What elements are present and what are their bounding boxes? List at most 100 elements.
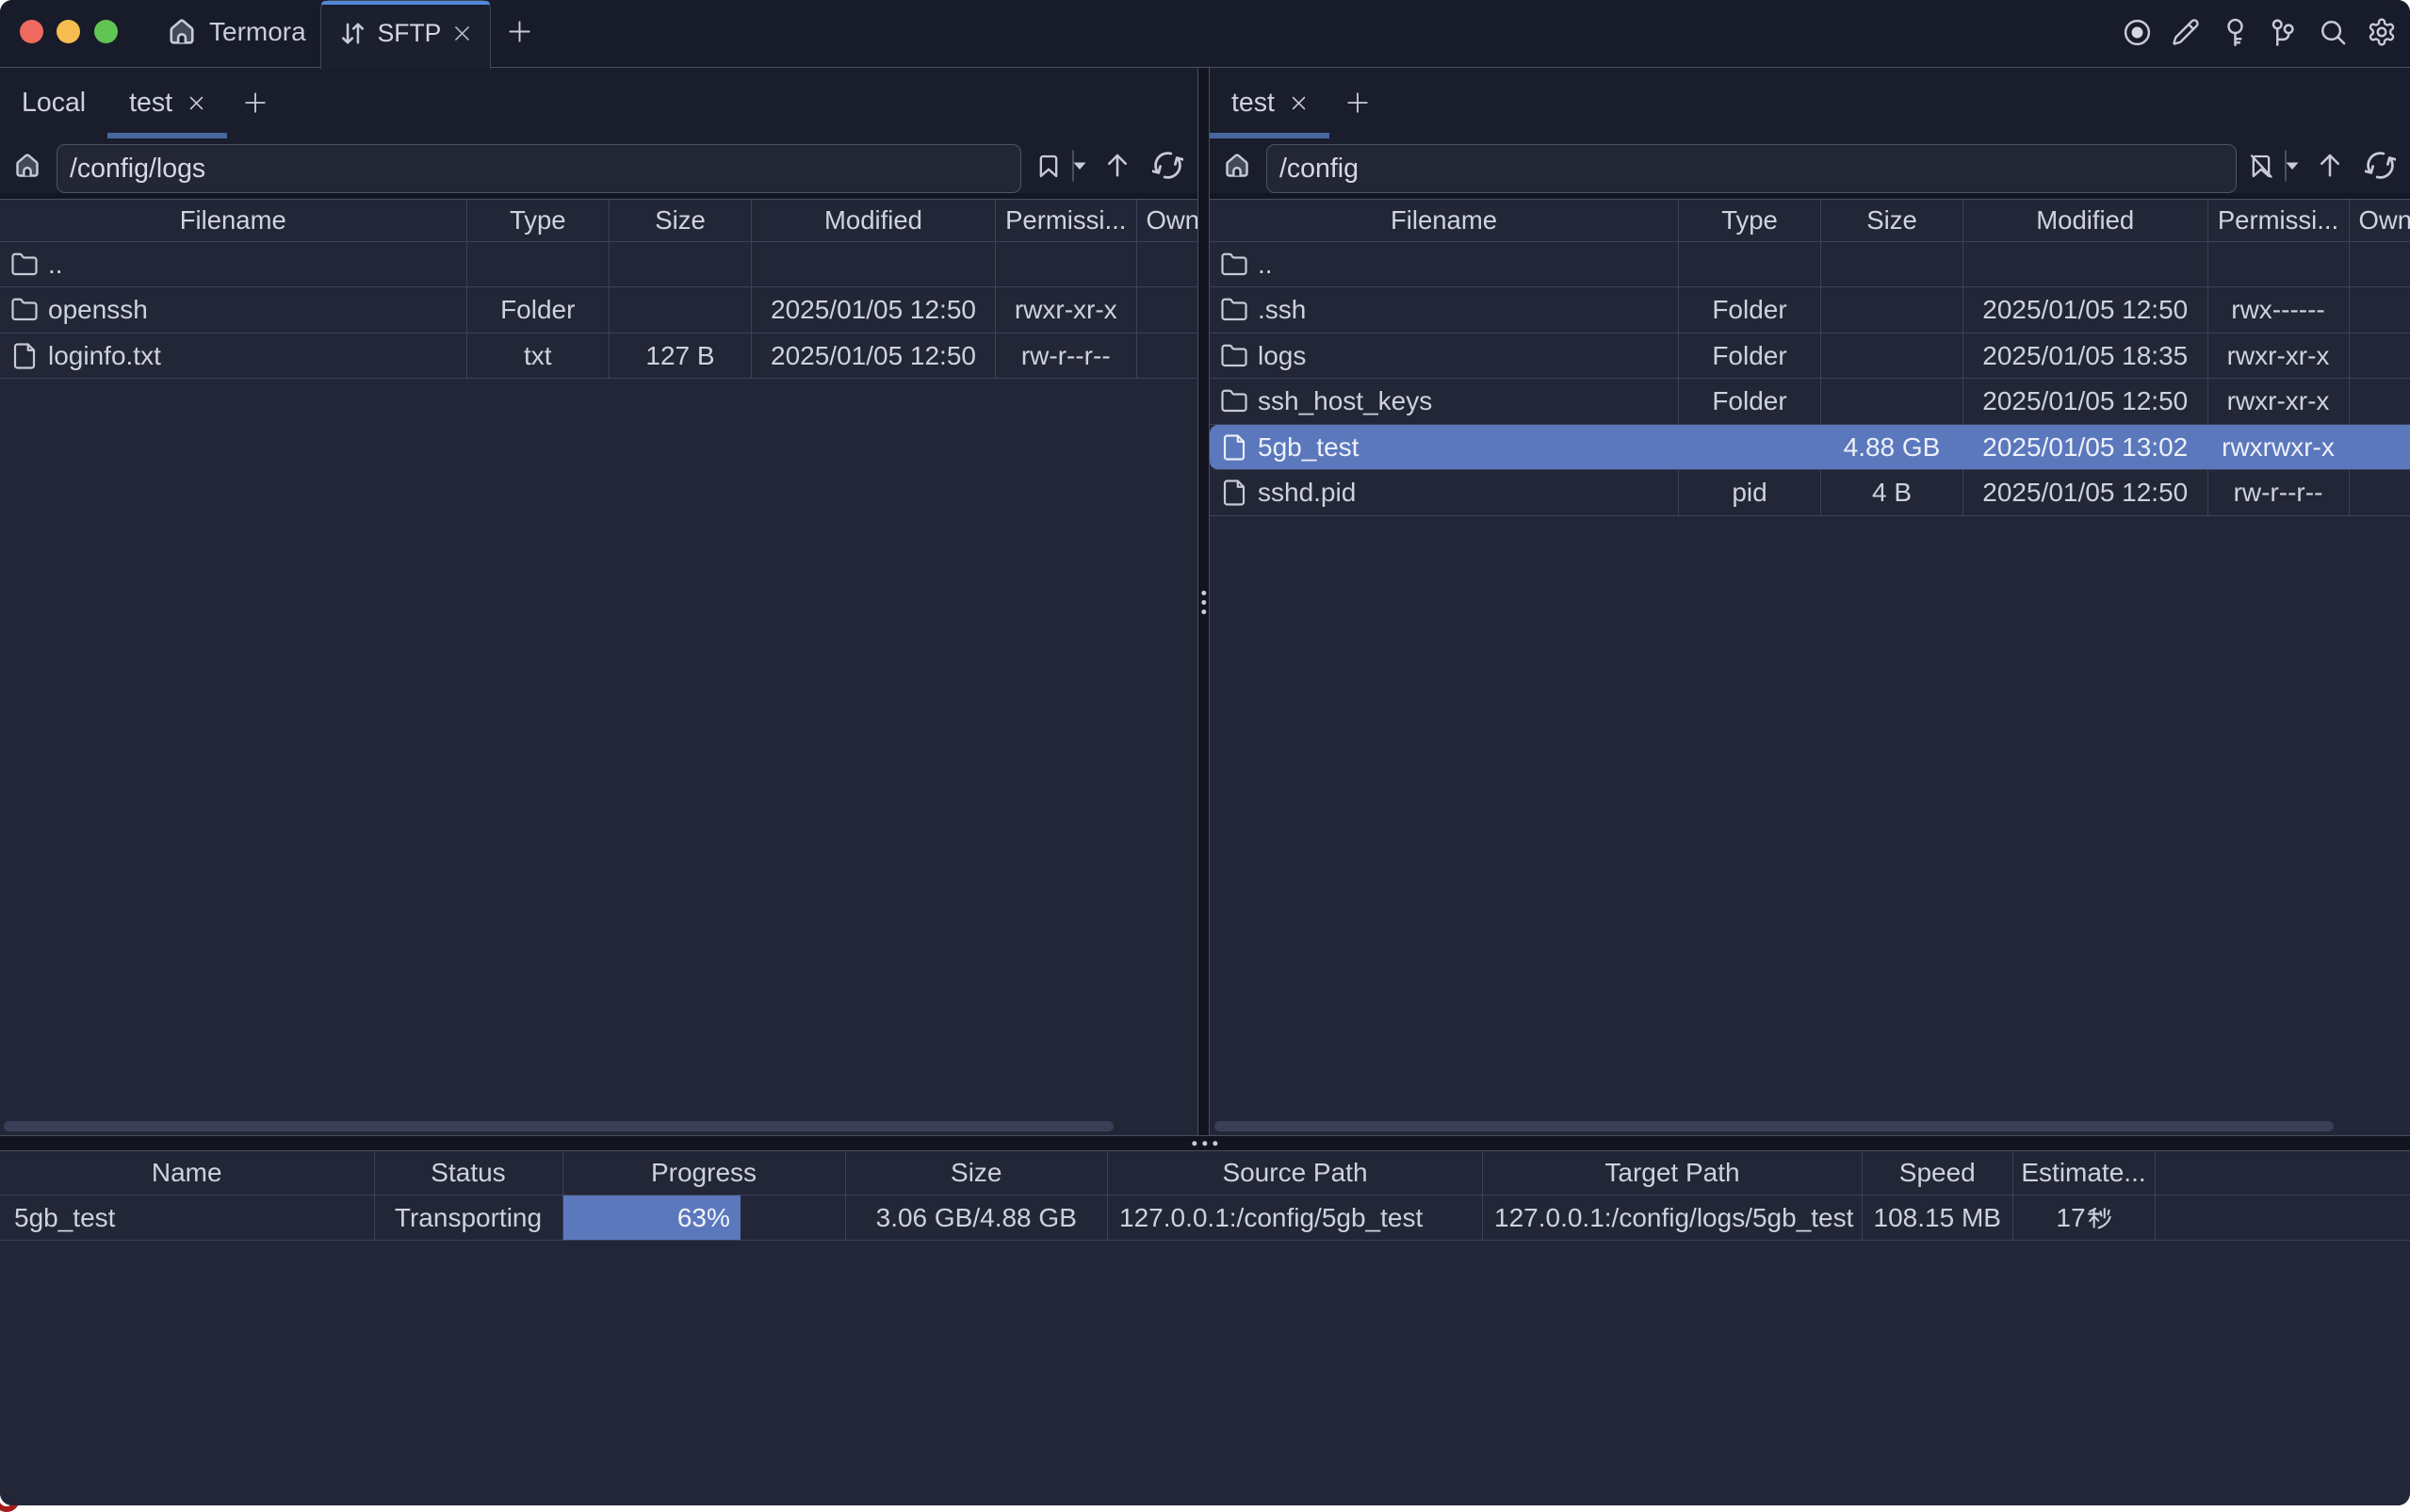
file-row-loginfo.txt[interactable]: loginfo.txttxt127 B2025/01/05 12:50rw-r-…	[0, 333, 1197, 380]
column-header-Size[interactable]: Size	[610, 200, 752, 240]
settings-button[interactable]	[2367, 17, 2397, 47]
column-header-Progress[interactable]: Progress	[563, 1151, 846, 1195]
column-header-Owner[interactable]: Owner	[2350, 200, 2410, 240]
scrollbar-thumb[interactable]	[1214, 1121, 2334, 1131]
cell-size	[1821, 287, 1963, 333]
plus-icon	[243, 90, 268, 115]
transfer-name-cell: 5gb_test	[0, 1195, 375, 1240]
tab-termora-home[interactable]: Termora	[151, 0, 323, 68]
caret-down-icon	[1072, 161, 1087, 171]
file-row-ssh_host_keys[interactable]: ssh_host_keysFolder2025/01/05 12:50rwxr-…	[1210, 379, 2410, 425]
file-table-header: FilenameTypeSizeModifiedPermissi...Owner	[1210, 200, 2410, 241]
filename-cell: logs	[1210, 333, 1679, 379]
home-icon[interactable]	[14, 153, 41, 179]
cell-modified: 2025/01/05 12:50	[752, 287, 996, 333]
record-button[interactable]	[2122, 17, 2152, 47]
file-row-sshd.pid[interactable]: sshd.pidpid4 B2025/01/05 12:50rw-r--r--	[1210, 470, 2410, 516]
file-row-logs[interactable]: logsFolder2025/01/05 18:35rwxr-xr-x	[1210, 333, 2410, 380]
column-header-Type[interactable]: Type	[1679, 200, 1821, 240]
refresh-button[interactable]	[2365, 150, 2397, 182]
cell-type: Folder	[1679, 379, 1821, 424]
file-row-..[interactable]: ..	[1210, 242, 2410, 288]
bookmark-dropdown-button[interactable]	[1072, 161, 1087, 171]
column-header-Modified[interactable]: Modified	[1963, 200, 2208, 240]
folder-icon	[1220, 342, 1248, 370]
new-pane-tab-button[interactable]	[1329, 68, 1386, 138]
column-header-Filename[interactable]: Filename	[0, 200, 467, 240]
caret-down-icon	[2285, 161, 2300, 171]
home-icon[interactable]	[1224, 153, 1250, 179]
file-row-.ssh[interactable]: .sshFolder2025/01/05 12:50rwx------	[1210, 287, 2410, 333]
pencil-icon	[2172, 18, 2200, 46]
folder-icon	[10, 251, 39, 279]
file-row-..[interactable]: ..	[0, 242, 1197, 288]
new-terminal-tab-button[interactable]	[505, 0, 533, 68]
edit-button[interactable]	[2171, 17, 2201, 47]
right-pathbar: /config	[1210, 138, 2410, 192]
column-header-Target Path[interactable]: Target Path	[1483, 1151, 1863, 1195]
column-header-Status[interactable]: Status	[375, 1151, 563, 1195]
file-row-5gb_test[interactable]: 5gb_test4.88 GB2025/01/05 13:02rwxrwxr-x	[1210, 425, 2410, 471]
close-window-button[interactable]	[20, 20, 43, 43]
scrollbar-thumb[interactable]	[4, 1121, 1114, 1131]
column-header-Permissi...[interactable]: Permissi...	[2208, 200, 2350, 240]
app-tab-label: Termora	[209, 17, 306, 47]
cell-owner	[1137, 242, 1198, 287]
cell-size: 4.88 GB	[1821, 425, 1963, 470]
filename-text: sshd.pid	[1258, 478, 1356, 508]
minimize-window-button[interactable]	[57, 20, 80, 43]
right-path-input[interactable]: /config	[1266, 144, 2237, 192]
close-tab-button[interactable]	[187, 94, 205, 112]
parent-directory-button[interactable]	[1103, 151, 1133, 181]
pane-tab-test[interactable]: test	[1210, 68, 1329, 138]
column-header-Filename[interactable]: Filename	[1210, 200, 1679, 240]
column-header-Size[interactable]: Size	[1821, 200, 1963, 240]
left-path-input[interactable]: /config/logs	[57, 144, 1021, 192]
pane-tab-Local[interactable]: Local	[0, 68, 107, 138]
sftp-tab-label: SFTP	[378, 19, 442, 48]
column-header-Size[interactable]: Size	[846, 1151, 1109, 1195]
cell-size	[610, 287, 752, 333]
cell-owner	[1137, 333, 1198, 379]
column-header-Permissi...[interactable]: Permissi...	[996, 200, 1137, 240]
bookmark-dropdown-button[interactable]	[2285, 161, 2300, 171]
transfers-header: NameStatusProgressSizeSource PathTarget …	[0, 1151, 2410, 1195]
horizontal-splitter[interactable]	[0, 1135, 2410, 1151]
keys-button[interactable]	[2220, 17, 2250, 47]
search-button[interactable]	[2318, 17, 2348, 47]
bookmark-button[interactable]	[1033, 148, 1065, 184]
remote-file-panel: test /config FilenameTypeSizeModifiedPer…	[1210, 68, 2410, 1135]
grip-dot	[1201, 600, 1206, 605]
tab-sftp[interactable]: SFTP	[320, 0, 491, 69]
vertical-splitter[interactable]	[1197, 68, 1210, 1135]
filename-cell: ssh_host_keys	[1210, 379, 1679, 424]
zoom-window-button[interactable]	[94, 20, 118, 43]
filename-cell: ..	[0, 242, 467, 287]
folder-icon	[1220, 251, 1248, 279]
column-header-Modified[interactable]: Modified	[752, 200, 996, 240]
column-header-Owner[interactable]: Owner	[1137, 200, 1198, 240]
left-pane-tabs: Localtest	[0, 68, 1197, 139]
filename-text: ..	[1258, 250, 1273, 280]
branch-icon	[2270, 18, 2299, 47]
transfer-row-5gb_test[interactable]: 5gb_testTransporting63%3.06 GB/4.88 GB12…	[0, 1195, 2410, 1241]
file-row-openssh[interactable]: opensshFolder2025/01/05 12:50rwxr-xr-x	[0, 287, 1197, 333]
column-header-Speed[interactable]: Speed	[1863, 1151, 2013, 1195]
column-header-Type[interactable]: Type	[467, 200, 611, 240]
cell-permissions: rwxr-xr-x	[2208, 379, 2350, 424]
pane-tab-test[interactable]: test	[107, 68, 227, 138]
column-header-Estimate...[interactable]: Estimate...	[2013, 1151, 2156, 1195]
transfer-source-cell: 127.0.0.1:/config/5gb_test	[1108, 1195, 1483, 1240]
column-header-Name[interactable]: Name	[0, 1151, 375, 1195]
close-tab-button[interactable]	[1290, 94, 1308, 112]
new-pane-tab-button[interactable]	[227, 68, 284, 138]
parent-directory-button[interactable]	[2316, 151, 2346, 181]
pane-tab-label: test	[1231, 88, 1275, 119]
refresh-button[interactable]	[1152, 150, 1184, 182]
close-icon[interactable]	[452, 24, 472, 43]
macro-button[interactable]	[2269, 17, 2299, 47]
file-icon	[10, 342, 39, 370]
column-header-Source Path[interactable]: Source Path	[1108, 1151, 1483, 1195]
transfer-progress-cell: 63%	[563, 1195, 846, 1240]
bookmark-button[interactable]	[2245, 148, 2277, 184]
